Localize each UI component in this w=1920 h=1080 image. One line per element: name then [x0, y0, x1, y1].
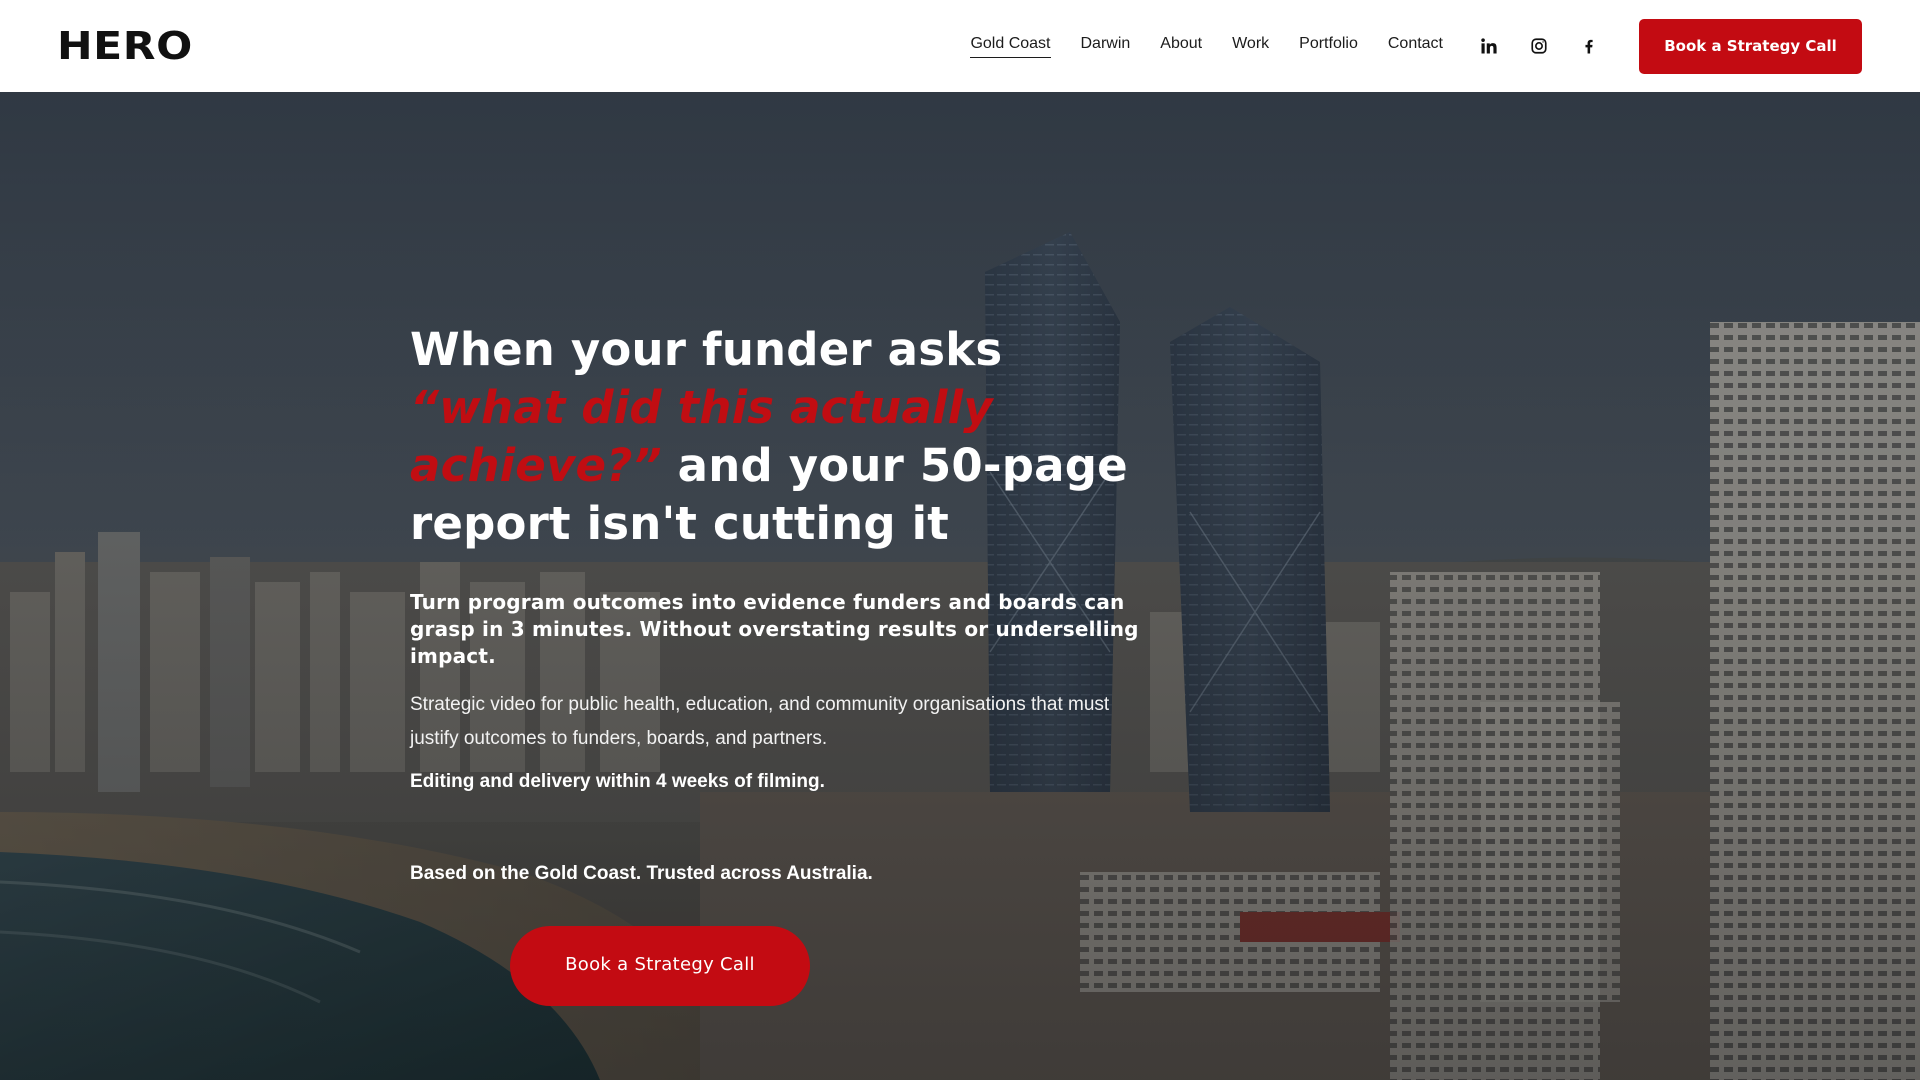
- nav-link-contact[interactable]: Contact: [1388, 35, 1443, 58]
- hero-book-call-button[interactable]: Book a Strategy Call: [510, 926, 810, 1006]
- hero-content: When your funder asks “what did this act…: [410, 321, 1170, 887]
- header-book-call-button[interactable]: Book a Strategy Call: [1639, 18, 1862, 74]
- social-links: [1479, 36, 1599, 56]
- hero-body-text: Strategic video for public health, educa…: [410, 694, 1110, 749]
- hero-delivery-note: Editing and delivery within 4 weeks of f…: [410, 771, 825, 792]
- hero-headline: When your funder asks “what did this act…: [410, 321, 1170, 553]
- linkedin-icon[interactable]: [1479, 36, 1499, 56]
- logo[interactable]: HERO: [57, 24, 193, 68]
- facebook-icon[interactable]: [1579, 36, 1599, 56]
- nav-link-work[interactable]: Work: [1232, 35, 1269, 58]
- site-header: HERO Gold Coast Darwin About Work Portfo…: [0, 0, 1920, 92]
- main-nav: Gold Coast Darwin About Work Portfolio C…: [970, 35, 1443, 58]
- nav-link-darwin[interactable]: Darwin: [1081, 35, 1131, 58]
- nav-link-portfolio[interactable]: Portfolio: [1299, 35, 1358, 58]
- headline-part-1: When your funder asks: [410, 323, 1003, 376]
- instagram-icon[interactable]: [1529, 36, 1549, 56]
- nav-link-gold-coast[interactable]: Gold Coast: [970, 35, 1051, 58]
- hero-location-note: Based on the Gold Coast. Trusted across …: [410, 863, 873, 884]
- nav-link-about[interactable]: About: [1160, 35, 1202, 58]
- hero-subhead: Turn program outcomes into evidence fund…: [410, 590, 1139, 668]
